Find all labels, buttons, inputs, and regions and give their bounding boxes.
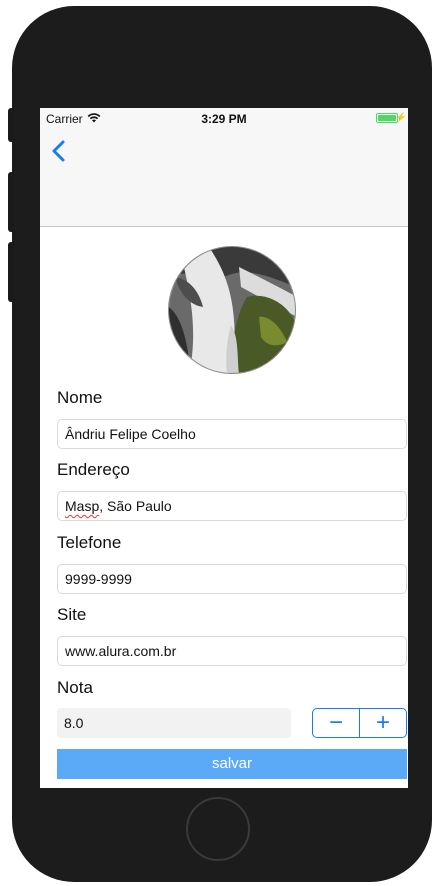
battery-icon	[376, 113, 398, 123]
stepper-increment-button[interactable]: +	[360, 709, 406, 737]
endereco-rest: , São Paulo	[99, 498, 172, 514]
endereco-label: Endereço	[57, 460, 130, 479]
telefone-field[interactable]: 9999-9999	[57, 564, 407, 594]
save-button[interactable]: salvar	[57, 749, 407, 779]
telefone-label: Telefone	[57, 533, 122, 552]
status-time: 3:29 PM	[201, 112, 247, 126]
nota-stepper: − +	[312, 708, 407, 738]
status-bar: Carrier 3:29 PM ⚡	[40, 108, 408, 130]
endereco-field[interactable]: Masp, São Paulo	[57, 491, 407, 521]
site-label: Site	[57, 605, 87, 624]
nome-label: Nome	[57, 388, 103, 407]
nota-field[interactable]: 8.0	[57, 708, 291, 738]
back-button[interactable]	[48, 138, 72, 166]
profile-photo[interactable]	[168, 246, 296, 374]
nome-field[interactable]: Ândriu Felipe Coelho	[57, 419, 407, 449]
chevron-left-icon	[48, 140, 72, 170]
nota-label: Nota	[57, 678, 93, 697]
charging-bolt-icon: ⚡	[395, 112, 407, 122]
app-screen: Carrier 3:29 PM ⚡ Nome Ândriu Felipe Coe…	[40, 108, 408, 788]
navigation-bar	[40, 130, 408, 227]
volume-up-button	[8, 172, 14, 232]
volume-down-button	[8, 242, 14, 302]
stepper-decrement-button[interactable]: −	[313, 709, 359, 737]
mute-switch	[8, 108, 14, 142]
misspelled-word: Masp	[65, 498, 100, 514]
home-button[interactable]	[186, 797, 250, 861]
site-field[interactable]: www.alura.com.br	[57, 636, 407, 666]
